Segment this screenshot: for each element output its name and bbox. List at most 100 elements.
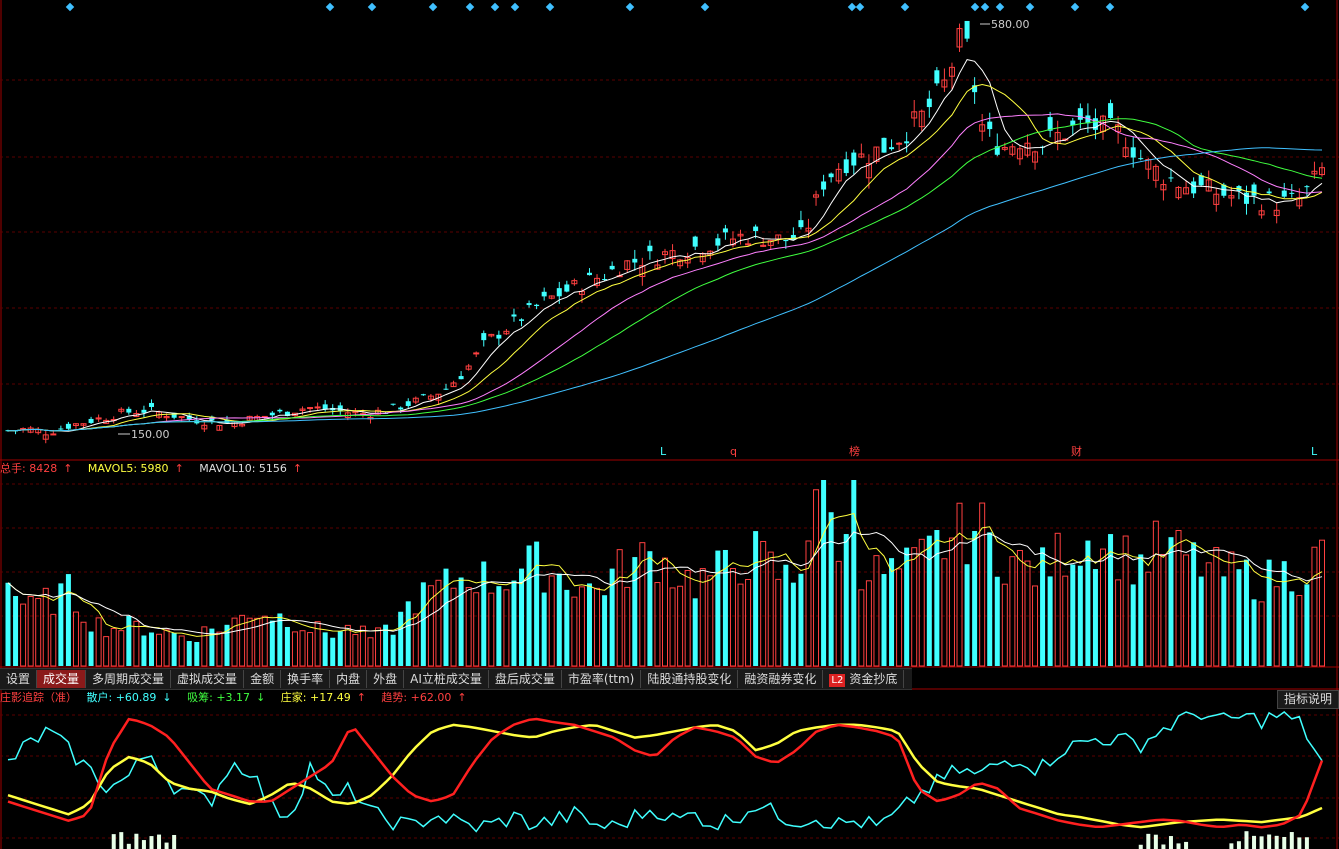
volume-bar [564, 589, 570, 666]
event-diamond [428, 2, 438, 12]
tab-multi-period-volume[interactable]: 多周期成交量 [86, 670, 172, 688]
volume-bar [1138, 554, 1144, 666]
tab-volume[interactable]: 成交量 [37, 670, 87, 688]
mavol10-label: MAVOL10: 5156 ↑ [199, 462, 303, 475]
volume-bar [488, 592, 495, 667]
volume-bar [790, 582, 796, 666]
tab-outer-volume[interactable]: 外盘 [367, 670, 405, 688]
candle-body [58, 428, 64, 430]
volume-bar [571, 596, 578, 667]
volume-bar [269, 620, 275, 666]
candle-body [126, 408, 132, 413]
volume-bar [27, 595, 34, 667]
volume-bar [692, 598, 698, 666]
candle-body [1130, 147, 1136, 158]
candle-body [390, 403, 396, 405]
ma5-line [7, 59, 1323, 432]
tab-pe-ttm[interactable]: 市盈率(ttm) [562, 670, 642, 688]
volume-bar [171, 633, 177, 666]
absorb-bar [164, 842, 169, 849]
volume-bar [178, 635, 185, 667]
volume-bar [307, 632, 314, 667]
volume-bar [80, 621, 87, 667]
volume-bar [669, 587, 676, 667]
l2-badge: L2 [829, 674, 846, 687]
event-marker-1[interactable]: L [660, 445, 667, 458]
absorb-bar [1146, 833, 1151, 849]
tab-inner-volume[interactable]: 内盘 [330, 670, 368, 688]
tab-turnover[interactable]: 换手率 [281, 670, 331, 688]
event-diamond [625, 2, 635, 12]
candle-body [1266, 191, 1272, 194]
volume-bar [1243, 559, 1249, 666]
volume-bar [994, 576, 1000, 666]
volume-bar [1040, 547, 1046, 666]
tab-bottom-fishing[interactable]: L2 资金抄底 [823, 670, 905, 688]
candle-body [443, 388, 449, 390]
volume-bar [1001, 583, 1008, 667]
event-marker-4[interactable]: 财 [1071, 444, 1082, 458]
indicator-name[interactable]: 庄影追踪（准） [0, 691, 77, 704]
volume-bar [941, 558, 948, 667]
event-diamond [490, 2, 500, 12]
event-diamond [980, 2, 990, 12]
candle-body [1138, 158, 1144, 160]
event-marker-5[interactable]: L [1311, 445, 1318, 458]
candle-body [519, 319, 525, 321]
volume-bar [1032, 585, 1039, 667]
indicator-help-button[interactable]: 指标说明 [1277, 690, 1339, 709]
indicator-line-庄家 [7, 723, 1323, 829]
candle-body [1108, 103, 1114, 119]
event-marker-3[interactable]: 榜 [849, 444, 860, 458]
candle-body [828, 173, 834, 178]
indicator-line-散户 [7, 711, 1323, 833]
absorb-bar [1153, 834, 1158, 849]
volume-bar [1296, 595, 1303, 667]
volume-bar [896, 568, 903, 667]
event-diamond [367, 2, 377, 12]
tab-northbound-holding[interactable]: 陆股通持股变化 [641, 670, 739, 688]
absorb-bar [1252, 835, 1257, 849]
event-diamond [847, 2, 857, 12]
candle-body [178, 416, 185, 419]
absorb-bar [1297, 837, 1302, 849]
candle-body [564, 284, 570, 292]
volume-bar [541, 592, 547, 666]
volume-bar [948, 537, 955, 667]
volume-bar [684, 569, 691, 667]
volume-bar [828, 512, 834, 666]
volume-bar [1100, 548, 1106, 667]
chart-canvas[interactable]: 580.00 150.00 L q 榜 财 L [0, 0, 1339, 849]
candle-body [534, 304, 540, 307]
tab-ai-volume[interactable]: AI立桩成交量 [404, 670, 489, 688]
volume-bar [163, 629, 170, 667]
indicator-legend: 庄影追踪（准） 散户: +60.89 ↓ 吸筹: +3.17 ↓ 庄家: +17.4… [0, 691, 479, 705]
volume-bar [835, 560, 842, 667]
volume-bar [1198, 576, 1204, 666]
volume-bar [1009, 556, 1016, 667]
absorb-bar [157, 834, 162, 849]
tab-after-hours-volume[interactable]: 盘后成交量 [489, 670, 562, 688]
volume-bar [72, 611, 79, 667]
volume-bar [715, 550, 721, 666]
volume-bar [291, 631, 298, 667]
volume-bar [110, 628, 117, 667]
candle-body [481, 333, 487, 341]
indicator-lines [7, 711, 1324, 849]
volume-bar [126, 615, 132, 666]
candle-body [1168, 177, 1174, 179]
volume-bars[interactable] [5, 480, 1325, 667]
tab-settings[interactable]: 设置 [0, 670, 38, 688]
candle-body [398, 407, 404, 410]
candle-body [715, 238, 721, 246]
tab-amount[interactable]: 金额 [244, 670, 282, 688]
volume-bar [586, 583, 592, 666]
candle-body [511, 314, 517, 317]
volume-bar [1092, 569, 1098, 666]
tab-virtual-volume[interactable]: 虚拟成交量 [171, 670, 245, 688]
candlestick-series[interactable] [5, 20, 1325, 444]
candle-body [896, 142, 903, 145]
high-price-label: 580.00 [980, 18, 1030, 31]
event-marker-2[interactable]: q [730, 445, 737, 458]
tab-margin-change[interactable]: 融资融券变化 [738, 670, 824, 688]
